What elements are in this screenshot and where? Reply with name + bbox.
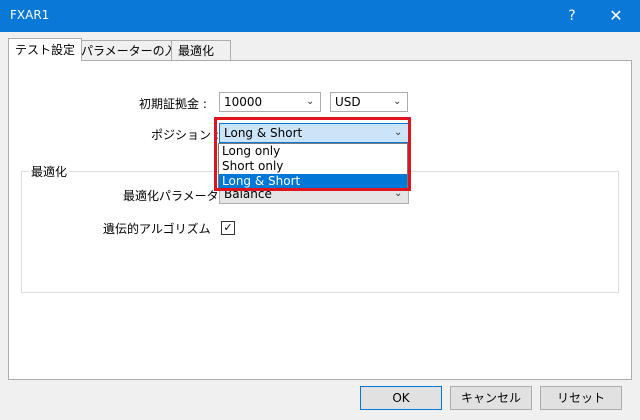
- optimization-param-label: 最適化パラメータ :: [123, 189, 227, 203]
- title-bar[interactable]: FXAR1 ? ✕: [0, 0, 640, 32]
- tab-optimization[interactable]: 最適化: [171, 40, 231, 61]
- chevron-down-icon: ⌄: [393, 96, 402, 107]
- deposit-label: 初期証拠金 :: [139, 97, 207, 111]
- tab-panel: 初期証拠金 : 10000 ⌄ USD ⌄ ポジション : Long & Sho…: [8, 60, 632, 380]
- position-value: Long & Short: [224, 126, 303, 140]
- window-title: FXAR1: [10, 8, 50, 22]
- dialog-window: FXAR1 ? ✕ テスト設定 パラメーターの入力 最適化 初期証拠金 : 10…: [0, 0, 640, 420]
- chevron-down-icon: ⌄: [394, 127, 403, 138]
- genetic-algorithm-checkbox[interactable]: ✓: [221, 221, 235, 235]
- chevron-down-icon: ⌄: [306, 96, 315, 107]
- genetic-algorithm-label: 遺伝的アルゴリズム: [103, 222, 211, 236]
- reset-button[interactable]: リセット: [540, 386, 622, 410]
- optimization-group-title: 最適化: [29, 163, 70, 180]
- option-short-only[interactable]: Short only: [219, 159, 407, 174]
- ok-button[interactable]: OK: [360, 386, 442, 410]
- currency-combo[interactable]: USD ⌄: [330, 92, 408, 112]
- position-label: ポジション :: [151, 128, 219, 142]
- optimization-param-value: Balance: [224, 187, 272, 201]
- deposit-value: 10000: [224, 95, 263, 109]
- currency-value: USD: [335, 95, 361, 109]
- tab-parameters[interactable]: パラメーターの入力: [74, 40, 189, 61]
- cancel-button[interactable]: キャンセル: [450, 386, 532, 410]
- tab-test-settings[interactable]: テスト設定: [8, 38, 82, 61]
- position-combo[interactable]: Long & Short ⌄: [219, 123, 409, 143]
- position-dropdown-list: Long only Short only Long & Short: [218, 143, 408, 189]
- option-long-and-short[interactable]: Long & Short: [219, 174, 407, 189]
- close-button[interactable]: ✕: [596, 0, 636, 32]
- deposit-combo[interactable]: 10000 ⌄: [219, 92, 321, 112]
- option-long-only[interactable]: Long only: [219, 144, 407, 159]
- help-button[interactable]: ?: [552, 0, 592, 32]
